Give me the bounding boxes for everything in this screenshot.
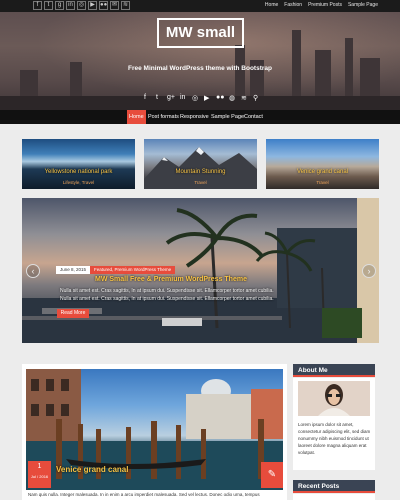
nav-item-contact[interactable]: Contact bbox=[242, 110, 265, 124]
person-photo bbox=[298, 381, 370, 416]
recent-posts-widget bbox=[293, 494, 375, 500]
post-month-year: Jul / 2016 bbox=[30, 474, 49, 479]
flickr-icon[interactable]: ●● bbox=[216, 94, 224, 101]
about-me-avatar bbox=[298, 381, 370, 416]
google-plus-icon[interactable]: g bbox=[55, 1, 64, 10]
featured-post-category[interactable]: Travel bbox=[266, 180, 379, 185]
top-link-home[interactable]: Home bbox=[265, 1, 278, 10]
post-day: 1 bbox=[37, 463, 42, 470]
featured-post-card[interactable]: Mountain Stunning Travel bbox=[144, 139, 257, 189]
rss-icon[interactable]: ≋ bbox=[121, 1, 130, 10]
slide-excerpt-line: Nulla sit amet est. Cras sagittis, In at… bbox=[60, 296, 274, 302]
post-title[interactable]: Venice grand canal bbox=[56, 465, 128, 474]
nav-item-post-formats[interactable]: Post formats bbox=[146, 110, 181, 124]
skyline-building bbox=[235, 45, 245, 100]
top-link-sample-page[interactable]: Sample Page bbox=[348, 1, 378, 10]
recent-posts-widget-title: Recent Posts bbox=[293, 480, 375, 493]
facebook-icon[interactable]: f bbox=[144, 94, 146, 101]
featured-post-category[interactable]: Lifestyle, Travel bbox=[22, 180, 135, 185]
slide-category[interactable]: Featured, Premium WordPress Theme bbox=[90, 266, 176, 274]
top-links: Home Fashion Premium Posts Sample Page bbox=[265, 1, 378, 10]
nav-item-home[interactable]: Home bbox=[127, 110, 146, 124]
twitter-icon[interactable]: t bbox=[156, 94, 158, 101]
youtube-icon[interactable]: ▶ bbox=[204, 94, 209, 102]
linkedin-icon[interactable]: in bbox=[180, 94, 185, 101]
about-me-text: Lorem ipsum dolor sit amet, consectetur … bbox=[298, 422, 371, 455]
linkedin-icon[interactable]: in bbox=[66, 1, 75, 10]
site-header: MW small Free Minimal WordPress theme wi… bbox=[0, 12, 400, 110]
nav-item-responsive[interactable]: Responsive bbox=[178, 110, 211, 124]
facebook-icon[interactable]: f bbox=[33, 1, 42, 10]
flickr-icon[interactable]: ●● bbox=[99, 1, 108, 10]
top-link-premium-posts[interactable]: Premium Posts bbox=[308, 1, 342, 10]
slide-title[interactable]: MW Small Free & Premium WordPress Theme bbox=[56, 276, 286, 283]
featured-post-title[interactable]: Venice grand canal bbox=[266, 169, 379, 175]
search-icon[interactable]: ⚲ bbox=[253, 94, 258, 102]
post-excerpt: Nam quis nulla. Integer malesuada. In in… bbox=[28, 492, 260, 497]
featured-post-category[interactable]: Travel bbox=[144, 180, 257, 185]
skyline-building bbox=[315, 50, 331, 100]
featured-post-title[interactable]: Yellowstone national park bbox=[22, 169, 135, 175]
main-navigation: Home Post formats Responsive Sample Page… bbox=[0, 110, 400, 124]
top-link-fashion[interactable]: Fashion bbox=[284, 1, 302, 10]
about-me-widget-title: About Me bbox=[293, 364, 375, 377]
dribbble-icon[interactable]: ◍ bbox=[229, 94, 235, 102]
top-bar: f t g in ◎ ▶ ●● ✉ ≋ Home Fashion Premium… bbox=[0, 0, 400, 12]
site-logo[interactable]: MW small bbox=[157, 18, 244, 48]
rss-icon[interactable]: ≋ bbox=[241, 94, 247, 102]
slide-date: June 8, 2015 bbox=[56, 266, 91, 274]
instagram-icon[interactable]: ◎ bbox=[192, 94, 198, 102]
post-date-badge: 1 Jul / 2016 bbox=[28, 461, 51, 488]
slide-excerpt-line: Nulla sit amet est. Cras sagittis, In at… bbox=[60, 288, 274, 294]
post-card bbox=[22, 364, 287, 500]
google-plus-icon[interactable]: g+ bbox=[167, 94, 175, 101]
featured-post-card[interactable]: Yellowstone national park Lifestyle, Tra… bbox=[22, 139, 135, 189]
slider-next-arrow-icon[interactable]: › bbox=[362, 264, 376, 278]
post-format-pencil-icon[interactable]: ✎ bbox=[261, 462, 283, 488]
slide-meta: June 8, 2015 Featured, Premium WordPress… bbox=[56, 266, 176, 274]
slider-prev-arrow-icon[interactable]: ‹ bbox=[26, 264, 40, 278]
instagram-icon[interactable]: ◎ bbox=[77, 1, 86, 10]
email-icon[interactable]: ✉ bbox=[110, 1, 119, 10]
site-tagline: Free Minimal WordPress theme with Bootst… bbox=[128, 65, 272, 72]
site-title[interactable]: MW small bbox=[159, 20, 242, 46]
youtube-icon[interactable]: ▶ bbox=[88, 1, 97, 10]
twitter-icon[interactable]: t bbox=[44, 1, 53, 10]
featured-post-card[interactable]: Venice grand canal Travel bbox=[266, 139, 379, 189]
skyline-base bbox=[0, 96, 400, 110]
read-more-button[interactable]: Read More bbox=[57, 309, 89, 318]
nav-item-sample-page[interactable]: Sample Page bbox=[209, 110, 246, 124]
featured-post-title[interactable]: Mountain Stunning bbox=[144, 169, 257, 175]
